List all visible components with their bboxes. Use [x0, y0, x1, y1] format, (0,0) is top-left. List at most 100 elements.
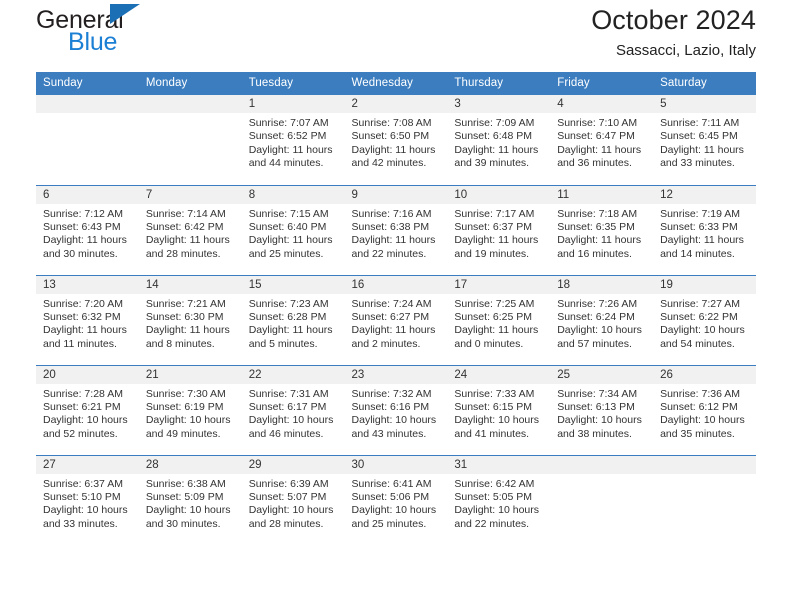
daylight-duration-line2: and 39 minutes.: [454, 157, 530, 170]
sunrise-time: Sunrise: 6:37 AM: [43, 477, 123, 490]
day-details: Sunrise: 7:08 AM Sunset: 6:50 PM Daylight:…: [345, 113, 448, 171]
day-cell[interactable]: 15 Sunrise: 7:23 AM Sunset: 6:28 PM Dayligh…: [241, 274, 345, 365]
day-cell[interactable]: 9 Sunrise: 7:16 AM Sunset: 6:38 PM Daylight…: [344, 184, 448, 275]
day-cell[interactable]: 22 Sunrise: 7:31 AM Sunset: 6:17 PM Dayligh…: [241, 364, 345, 455]
day-details: Sunrise: 7:30 AM Sunset: 6:19 PM Daylight:…: [139, 384, 242, 442]
sunrise-time: Sunrise: 7:18 AM: [557, 207, 638, 220]
day-number: 2: [344, 95, 448, 113]
day-cell[interactable]: 2 Sunrise: 7:08 AM Sunset: 6:50 PM Daylight…: [344, 95, 448, 185]
sunrise-time: Sunrise: 7:11 AM: [660, 117, 740, 129]
day-cell[interactable]: 17 Sunrise: 7:25 AM Sunset: 6:25 PM Dayligh…: [447, 274, 551, 365]
sunset-time: Sunset: 6:21 PM: [43, 400, 121, 413]
day-cell[interactable]: 28 Sunrise: 6:38 AM Sunset: 5:09 PM Dayligh…: [138, 454, 242, 545]
daylight-duration-line1: Daylight: 11 hours: [43, 324, 127, 337]
day-cell[interactable]: 13 Sunrise: 7:20 AM Sunset: 6:32 PM Dayligh…: [36, 274, 139, 365]
sunrise-time: Sunrise: 7:20 AM: [43, 297, 123, 310]
day-number: 26: [653, 365, 756, 384]
day-details: Sunrise: 7:17 AM Sunset: 6:37 PM Daylight:…: [447, 204, 550, 262]
day-cell[interactable]: 12 Sunrise: 7:19 AM Sunset: 6:33 PM Dayligh…: [653, 184, 756, 275]
day-cell[interactable]: 16 Sunrise: 7:24 AM Sunset: 6:27 PM Dayligh…: [344, 274, 448, 365]
daylight-duration-line1: Daylight: 10 hours: [248, 504, 334, 517]
day-cell[interactable]: 23 Sunrise: 7:32 AM Sunset: 6:16 PM Dayligh…: [344, 364, 448, 455]
day-details: Sunrise: 7:12 AM Sunset: 6:43 PM Daylight:…: [36, 204, 139, 262]
day-cell[interactable]: 25 Sunrise: 7:34 AM Sunset: 6:13 PM Dayligh…: [550, 364, 654, 455]
day-cell[interactable]: 21 Sunrise: 7:30 AM Sunset: 6:19 PM Dayligh…: [138, 364, 242, 455]
sunrise-time: Sunrise: 7:28 AM: [43, 387, 123, 400]
daylight-duration-line1: Daylight: 10 hours: [145, 414, 231, 427]
day-cell[interactable]: 11 Sunrise: 7:18 AM Sunset: 6:35 PM Dayligh…: [550, 184, 654, 275]
day-cell[interactable]: 29 Sunrise: 6:39 AM Sunset: 5:07 PM Dayligh…: [241, 454, 345, 545]
day-number-band: [138, 95, 242, 113]
day-number: 6: [36, 185, 139, 204]
day-cell[interactable]: 18 Sunrise: 7:26 AM Sunset: 6:24 PM Dayligh…: [550, 274, 654, 365]
day-details: Sunrise: 6:37 AM Sunset: 5:10 PM Daylight:…: [36, 474, 139, 532]
day-cell[interactable]: 31 Sunrise: 6:42 AM Sunset: 5:05 PM Dayligh…: [447, 454, 551, 545]
sunset-time: Sunset: 6:12 PM: [660, 400, 738, 413]
day-cell[interactable]: 24 Sunrise: 7:33 AM Sunset: 6:15 PM Dayligh…: [447, 364, 551, 455]
day-number: 31: [447, 455, 551, 474]
day-cell[interactable]: 27 Sunrise: 6:37 AM Sunset: 5:10 PM Dayligh…: [36, 454, 139, 545]
sunrise-time: Sunrise: 7:15 AM: [248, 207, 329, 220]
daylight-duration-line2: and 30 minutes.: [43, 247, 118, 260]
day-cell[interactable]: 10 Sunrise: 7:17 AM Sunset: 6:37 PM Dayligh…: [447, 184, 551, 275]
day-number: 16: [344, 275, 448, 294]
daylight-duration-line1: Daylight: 11 hours: [351, 324, 436, 337]
daylight-duration-line2: and 5 minutes.: [248, 337, 318, 350]
sunrise-time: Sunrise: 7:23 AM: [248, 297, 329, 310]
daylight-duration-line2: and 54 minutes.: [660, 337, 735, 350]
sunrise-time: Sunrise: 7:14 AM: [145, 207, 226, 220]
day-cell[interactable]: 19 Sunrise: 7:27 AM Sunset: 6:22 PM Dayligh…: [653, 274, 756, 365]
weekday-header-friday: Friday: [550, 72, 654, 95]
week-row: 27 Sunrise: 6:37 AM Sunset: 5:10 PM Dayligh…: [36, 454, 756, 545]
day-details: Sunrise: 7:26 AM Sunset: 6:24 PM Daylight:…: [550, 294, 653, 352]
sunrise-time: Sunrise: 7:16 AM: [351, 207, 432, 220]
daylight-duration-line2: and 2 minutes.: [351, 337, 421, 350]
daylight-duration-line1: Daylight: 11 hours: [145, 324, 230, 337]
daylight-duration-line1: Daylight: 11 hours: [454, 324, 539, 337]
daylight-duration-line2: and 44 minutes.: [248, 157, 324, 170]
day-cell[interactable]: 3 Sunrise: 7:09 AM Sunset: 6:48 PM Daylight…: [447, 95, 551, 185]
day-details: Sunrise: 7:27 AM Sunset: 6:22 PM Daylight:…: [653, 294, 756, 352]
sunset-time: Sunset: 5:07 PM: [248, 490, 327, 503]
masthead: General Blue October 2024 Sassacci, Lazi…: [36, 0, 756, 72]
daylight-duration-line2: and 25 minutes.: [248, 247, 324, 260]
day-cell[interactable]: 5 Sunrise: 7:11 AM Sunset: 6:45 PM Daylight…: [653, 95, 756, 185]
sunset-time: Sunset: 6:30 PM: [145, 310, 224, 323]
day-cell[interactable]: 14 Sunrise: 7:21 AM Sunset: 6:30 PM Dayligh…: [138, 274, 242, 365]
day-cell-empty: [36, 95, 139, 185]
page-subtitle-location: Sassacci, Lazio, Italy: [615, 42, 756, 59]
day-cell[interactable]: 7 Sunrise: 7:14 AM Sunset: 6:42 PM Daylight…: [138, 184, 242, 275]
week-row: 6 Sunrise: 7:12 AM Sunset: 6:43 PM Daylight…: [36, 184, 756, 275]
day-number: 7: [138, 185, 242, 204]
sunrise-sunset-calendar: Sunday Monday Tuesday Wednesday Thursday Frid…: [36, 72, 756, 545]
day-details: Sunrise: 6:39 AM Sunset: 5:07 PM Daylight:…: [242, 474, 345, 532]
day-cell[interactable]: 4 Sunrise: 7:10 AM Sunset: 6:47 PM Daylight…: [550, 95, 654, 185]
sunrise-time: Sunrise: 7:17 AM: [454, 207, 535, 220]
daylight-duration-line2: and 35 minutes.: [660, 427, 735, 440]
day-details: Sunrise: 7:09 AM Sunset: 6:48 PM Daylight:…: [447, 113, 550, 171]
day-details: Sunrise: 7:18 AM Sunset: 6:35 PM Daylight:…: [550, 204, 653, 262]
sunset-time: Sunset: 6:25 PM: [454, 310, 533, 323]
day-cell[interactable]: 30 Sunrise: 6:41 AM Sunset: 5:06 PM Dayligh…: [344, 454, 448, 545]
day-details: Sunrise: 7:10 AM Sunset: 6:47 PM Daylight:…: [550, 113, 653, 171]
daylight-duration-line2: and 57 minutes.: [557, 337, 632, 350]
sunset-time: Sunset: 6:27 PM: [351, 310, 430, 323]
sunset-time: Sunset: 6:28 PM: [248, 310, 327, 323]
day-cell[interactable]: 1 Sunrise: 7:07 AM Sunset: 6:52 PM Daylight…: [241, 95, 345, 185]
day-number: 27: [36, 455, 139, 474]
day-number: 9: [344, 185, 448, 204]
day-cell[interactable]: 8 Sunrise: 7:15 AM Sunset: 6:40 PM Daylight…: [241, 184, 345, 275]
week-row: 20 Sunrise: 7:28 AM Sunset: 6:21 PM Dayligh…: [36, 364, 756, 455]
day-cell[interactable]: 20 Sunrise: 7:28 AM Sunset: 6:21 PM Dayligh…: [36, 364, 139, 455]
sunrise-time: Sunrise: 7:10 AM: [557, 117, 638, 129]
day-cell[interactable]: 6 Sunrise: 7:12 AM Sunset: 6:43 PM Daylight…: [36, 184, 139, 275]
general-blue-logo[interactable]: General Blue: [36, 0, 206, 55]
daylight-duration-line2: and 43 minutes.: [351, 427, 427, 440]
sunset-time: Sunset: 6:42 PM: [145, 220, 224, 233]
daylight-duration-line1: Daylight: 11 hours: [660, 234, 744, 247]
sunrise-time: Sunrise: 6:39 AM: [248, 477, 329, 490]
day-number: 21: [138, 365, 242, 384]
daylight-duration-line1: Daylight: 11 hours: [660, 143, 744, 156]
daylight-duration-line2: and 36 minutes.: [557, 157, 632, 170]
day-cell[interactable]: 26 Sunrise: 7:36 AM Sunset: 6:12 PM Dayligh…: [653, 364, 756, 455]
